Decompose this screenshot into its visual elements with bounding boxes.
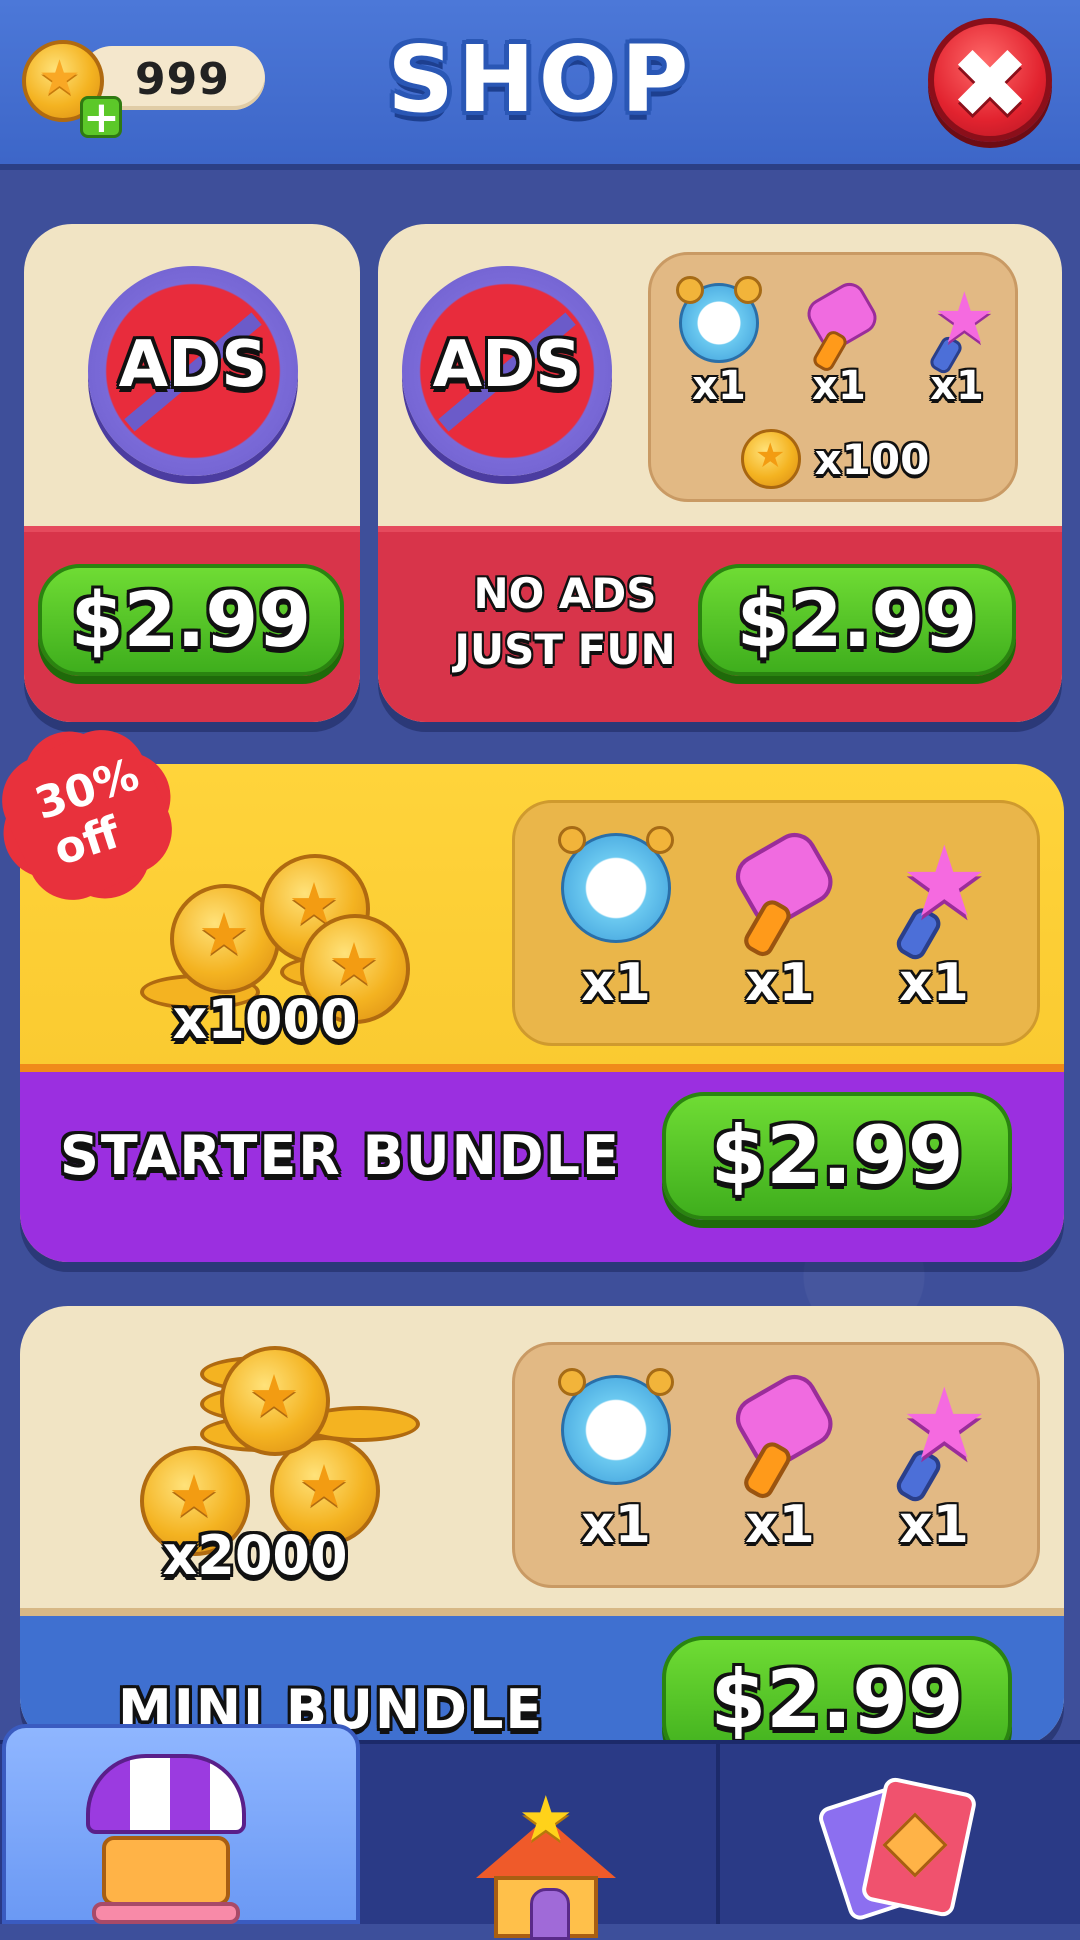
mini-bundle-buy-button[interactable]: $2.99 <box>662 1636 1012 1746</box>
star-wand-icon: ★ <box>917 283 997 377</box>
coin-reward-qty: x100 <box>814 434 930 484</box>
discount-badge: 30% off <box>0 715 187 915</box>
no-ads-icon: ADS <box>402 266 612 476</box>
no-ads-card: ADS $2.99 <box>24 224 360 722</box>
close-icon: ✖ <box>949 28 1031 140</box>
starter-bundle-card: x1000 x1 x1 ★ x1 STARTER BUNDLE $2.99 <box>20 764 1064 1262</box>
item-qty: x1 <box>899 1495 969 1555</box>
item-alarm-clock: x1 <box>541 826 691 1013</box>
item-qty: x1 <box>899 953 969 1013</box>
item-qty: x1 <box>692 363 746 409</box>
no-ads-label: ADS <box>118 328 268 402</box>
item-qty: x1 <box>581 953 651 1013</box>
no-ads-plus-price: $2.99 <box>736 575 978 664</box>
bottom-nav: ★ <box>0 1724 1080 1940</box>
cards-icon <box>815 1775 979 1934</box>
starter-bundle-name: STARTER BUNDLE <box>60 1124 621 1187</box>
item-hammer: x1 <box>705 824 855 1013</box>
item-star-wand: ★ x1 <box>859 1375 1009 1555</box>
star-wand-icon: ★ <box>878 1375 990 1506</box>
no-ads-plus-card: ADS x1 x1 ★ x1 x100 NO ADS JUST FUN $2.9… <box>378 224 1062 722</box>
item-alarm-clock: x1 <box>541 1368 691 1555</box>
item-qty: x1 <box>745 953 815 1013</box>
item-qty: x1 <box>930 363 984 409</box>
alarm-clock-icon <box>558 826 674 943</box>
star-wand-icon: ★ <box>878 833 990 964</box>
item-hammer: x1 <box>705 1366 855 1555</box>
mini-bundle-card: x2000 x1 x1 ★ x1 MINI BUNDLE $2.99 <box>20 1306 1064 1746</box>
no-ads-plus-buy-button[interactable]: $2.99 <box>698 564 1016 676</box>
alarm-clock-icon <box>676 276 762 363</box>
item-qty: x1 <box>581 1495 651 1555</box>
item-panel: x1 x1 ★ x1 <box>512 800 1040 1046</box>
item-qty: x1 <box>745 1495 815 1555</box>
item-alarm-clock: x1 <box>669 276 769 409</box>
item-hammer: x1 <box>789 277 889 409</box>
coin-reward: x100 <box>741 429 981 489</box>
no-ads-price: $2.99 <box>70 575 312 664</box>
hammer-icon <box>799 277 883 374</box>
no-ads-label: ADS <box>432 328 582 402</box>
starter-bundle-price: $2.99 <box>710 1109 964 1202</box>
close-button[interactable]: ✖ <box>928 18 1052 142</box>
header-bar: 999 ★ + SHOP ✖ <box>0 0 1080 170</box>
coin-icon <box>741 429 801 489</box>
page-title: SHOP <box>387 26 693 133</box>
tagline-line-1: NO ADS <box>473 569 657 618</box>
item-star-wand: ★ x1 <box>859 833 1009 1013</box>
no-ads-buy-button[interactable]: $2.99 <box>38 564 344 676</box>
tagline: NO ADS JUST FUN <box>440 566 690 678</box>
coins-qty: x1000 <box>172 988 358 1051</box>
no-ads-icon: ADS <box>88 266 298 476</box>
alarm-clock-icon <box>558 1368 674 1485</box>
starter-bundle-buy-button[interactable]: $2.99 <box>662 1092 1012 1220</box>
home-icon: ★ <box>476 1782 616 1940</box>
hammer-icon <box>724 824 841 961</box>
item-panel: x1 x1 ★ x1 <box>512 1342 1040 1588</box>
item-star-wand: ★ x1 <box>907 283 1007 409</box>
item-panel: x1 x1 ★ x1 x100 <box>648 252 1018 502</box>
tagline-line-2: JUST FUN <box>454 625 676 674</box>
shop-icon <box>86 1754 246 1924</box>
coins-qty: x2000 <box>162 1524 348 1587</box>
item-qty: x1 <box>812 363 866 409</box>
hammer-icon <box>724 1366 841 1503</box>
mini-bundle-price: $2.99 <box>710 1653 964 1746</box>
